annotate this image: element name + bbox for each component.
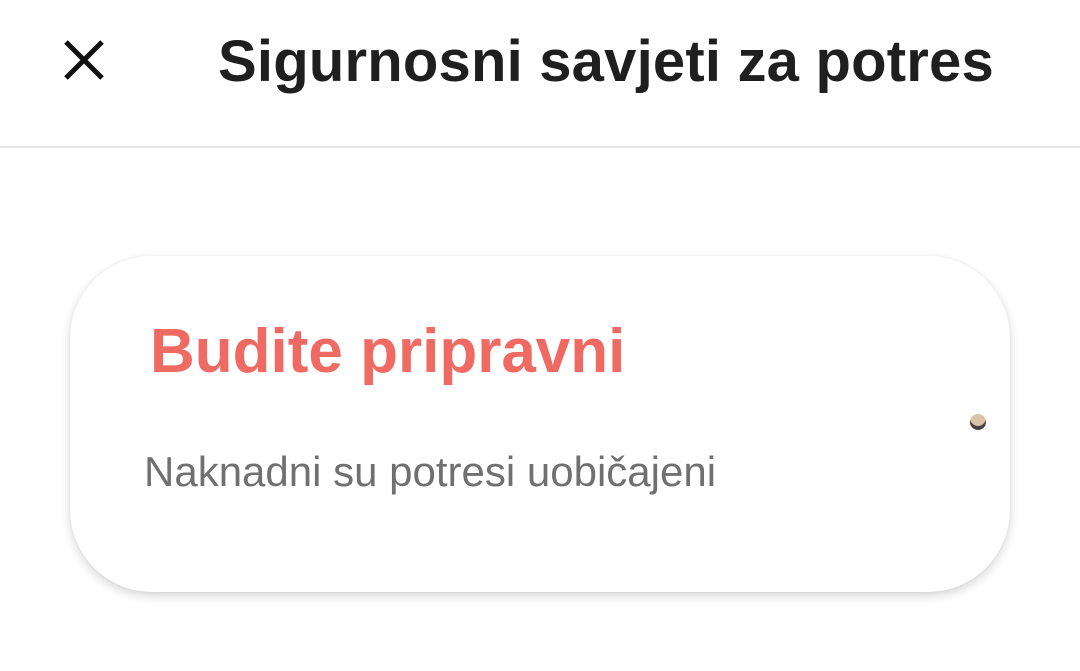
tip-title: Budite pripravni bbox=[150, 317, 626, 386]
tip-card[interactable]: Budite pripravni Naknadni su potresi uob… bbox=[70, 256, 1010, 592]
tip-subtitle: Naknadni su potresi uobičajeni bbox=[144, 448, 717, 495]
content-area: Budite pripravni Naknadni su potresi uob… bbox=[0, 148, 1080, 671]
close-button[interactable] bbox=[46, 22, 122, 98]
close-icon bbox=[64, 40, 104, 80]
app-bar: Sigurnosni savjeti za potres bbox=[0, 0, 1080, 148]
page-title: Sigurnosni savjeti za potres bbox=[218, 29, 994, 94]
overlay-dot bbox=[970, 414, 986, 430]
